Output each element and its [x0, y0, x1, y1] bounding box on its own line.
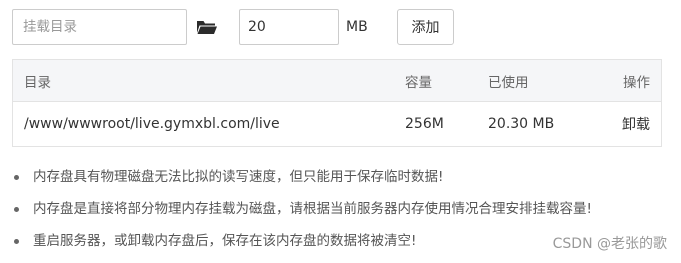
- table-row: /www/wwwroot/live.gymxbl.com/live 256M 2…: [13, 102, 661, 146]
- header-dir: 目录: [24, 74, 51, 91]
- mount-table: 目录 容量 已使用 操作 /www/wwwroot/live.gymxbl.co…: [12, 59, 662, 147]
- add-button[interactable]: 添加: [397, 9, 454, 45]
- row-used: 20.30 MB: [488, 116, 555, 132]
- mount-toolbar: MB 添加: [12, 9, 472, 45]
- bullet-icon: [14, 207, 19, 212]
- row-capacity: 256M: [405, 116, 444, 132]
- folder-open-icon[interactable]: [196, 18, 218, 36]
- mount-size-input[interactable]: [239, 9, 339, 45]
- header-operation: 操作: [623, 74, 650, 91]
- mount-dir-input[interactable]: [12, 9, 187, 45]
- header-used: 已使用: [488, 74, 529, 91]
- row-dir: /www/wwwroot/live.gymxbl.com/live: [24, 116, 280, 132]
- unmount-link[interactable]: 卸载: [622, 102, 650, 146]
- size-unit-label: MB: [346, 19, 368, 35]
- table-header: 目录 容量 已使用 操作: [13, 60, 661, 102]
- bullet-icon: [14, 239, 19, 244]
- header-capacity: 容量: [405, 74, 432, 91]
- tip-text: 重启服务器，或卸载内存盘后，保存在该内存盘的数据将被清空!: [33, 233, 417, 249]
- bullet-icon: [14, 175, 19, 180]
- tip-text: 内存盘是直接将部分物理内存挂载为磁盘，请根据当前服务器内存使用情况合理安排挂载容…: [33, 201, 592, 217]
- tip-text: 内存盘具有物理磁盘无法比拟的读写速度，但只能用于保存临时数据!: [33, 169, 444, 185]
- list-item: 内存盘具有物理磁盘无法比拟的读写速度，但只能用于保存临时数据!: [14, 165, 674, 197]
- list-item: 内存盘是直接将部分物理内存挂载为磁盘，请根据当前服务器内存使用情况合理安排挂载容…: [14, 197, 674, 229]
- watermark: CSDN @老张的歌: [552, 236, 667, 252]
